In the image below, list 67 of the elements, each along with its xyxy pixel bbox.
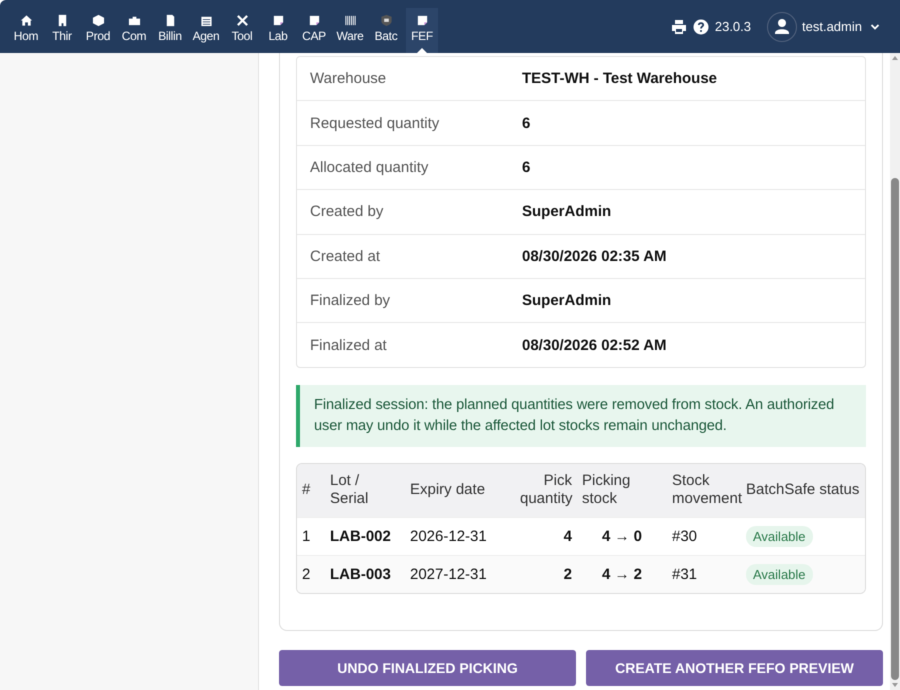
column-header: # xyxy=(301,481,312,500)
detail-value: 08/30/2026 02:52 AM xyxy=(522,336,667,354)
nav-item[interactable]: Thir xyxy=(46,8,78,53)
nav-item[interactable]: Batc xyxy=(370,8,402,53)
detail-label: Allocated quantity xyxy=(310,158,430,176)
scrollbar[interactable] xyxy=(890,53,900,690)
column-header: BatchSafe status xyxy=(745,481,860,500)
detail-value: 6 xyxy=(522,158,530,176)
table-cell-text: 1 xyxy=(301,528,312,545)
action-button[interactable]: CREATE ANOTHER FEFO PREVIEW xyxy=(586,650,883,686)
table-cell-text: LAB-003 xyxy=(329,566,392,583)
status-badge: Available xyxy=(746,564,813,585)
nav-item[interactable]: Agen xyxy=(190,8,222,53)
table-cell-text: 2026-12-31 xyxy=(409,528,488,545)
detail-label: Created by xyxy=(310,203,384,220)
briefcase-icon xyxy=(128,14,140,27)
barcode-icon xyxy=(344,14,356,27)
tools-icon xyxy=(236,14,248,27)
column-header: Stock movement xyxy=(671,472,741,508)
detail-label: Warehouse xyxy=(310,70,388,88)
table-cell-text: 2 xyxy=(301,566,312,583)
column-header: Picking stock xyxy=(581,472,632,508)
table-cell-text: 2027-12-31 xyxy=(409,566,488,583)
table-cell-text: 2 xyxy=(562,566,573,583)
table-cell-text: 4 → 0 xyxy=(600,528,644,545)
table-cell-text: 4 → 2 xyxy=(600,566,644,583)
detail-label: Finalized at xyxy=(310,336,388,354)
column-header: Lot / Serial xyxy=(329,472,370,508)
table-cell-text: #30 xyxy=(671,528,698,545)
home-icon xyxy=(20,14,32,27)
user-avatar-icon xyxy=(767,12,798,42)
nav-item[interactable]: Billin xyxy=(154,8,186,53)
table-cell-text: LAB-002 xyxy=(329,528,392,545)
detail-label: Finalized by xyxy=(310,292,392,310)
note-icon xyxy=(308,14,320,27)
nav-item[interactable]: Prod xyxy=(82,8,114,53)
detail-value: 08/30/2026 02:35 AM xyxy=(522,248,667,265)
column-header: Pick quantity xyxy=(519,472,574,508)
table-cell-text: 4 xyxy=(562,528,573,545)
detail-value: SuperAdmin xyxy=(522,292,612,310)
detail-value: SuperAdmin xyxy=(522,203,612,220)
nav-item[interactable]: Hom xyxy=(10,8,42,53)
help-icon[interactable] xyxy=(692,18,709,34)
caret-icon xyxy=(870,22,880,32)
scrollbar-thumb[interactable] xyxy=(891,178,899,680)
shield-icon xyxy=(380,14,392,27)
nav-item[interactable]: CAP xyxy=(298,8,330,53)
nav-item[interactable]: Lab xyxy=(262,8,294,53)
status-badge: Available xyxy=(746,526,813,547)
detail-label: Requested quantity xyxy=(310,114,440,132)
note-icon xyxy=(272,14,284,27)
nav-item[interactable]: Ware xyxy=(334,8,366,53)
nav-item[interactable]: Tool xyxy=(226,8,258,53)
info-alert: Finalized session: the planned quantities were removed from stock. An authorized user may undo it while the affected lot stocks remain unchanged. xyxy=(296,384,866,447)
detail-label: Created at xyxy=(310,248,382,265)
detail-value: 6 xyxy=(522,114,530,132)
action-button[interactable]: UNDO FINALIZED PICKING xyxy=(279,650,576,686)
print-icon[interactable] xyxy=(670,18,687,34)
version-label: 23.0.3 xyxy=(714,19,752,34)
detail-value: TEST-WH - Test Warehouse xyxy=(522,70,718,88)
nav-item[interactable]: FEF xyxy=(406,8,438,53)
note-icon xyxy=(416,14,428,27)
user-menu[interactable]: test.admin xyxy=(767,12,880,42)
nav-item[interactable]: Com xyxy=(118,8,150,53)
table-cell-text: #31 xyxy=(671,566,698,583)
column-header: Expiry date xyxy=(409,481,486,500)
box-icon xyxy=(92,14,104,27)
